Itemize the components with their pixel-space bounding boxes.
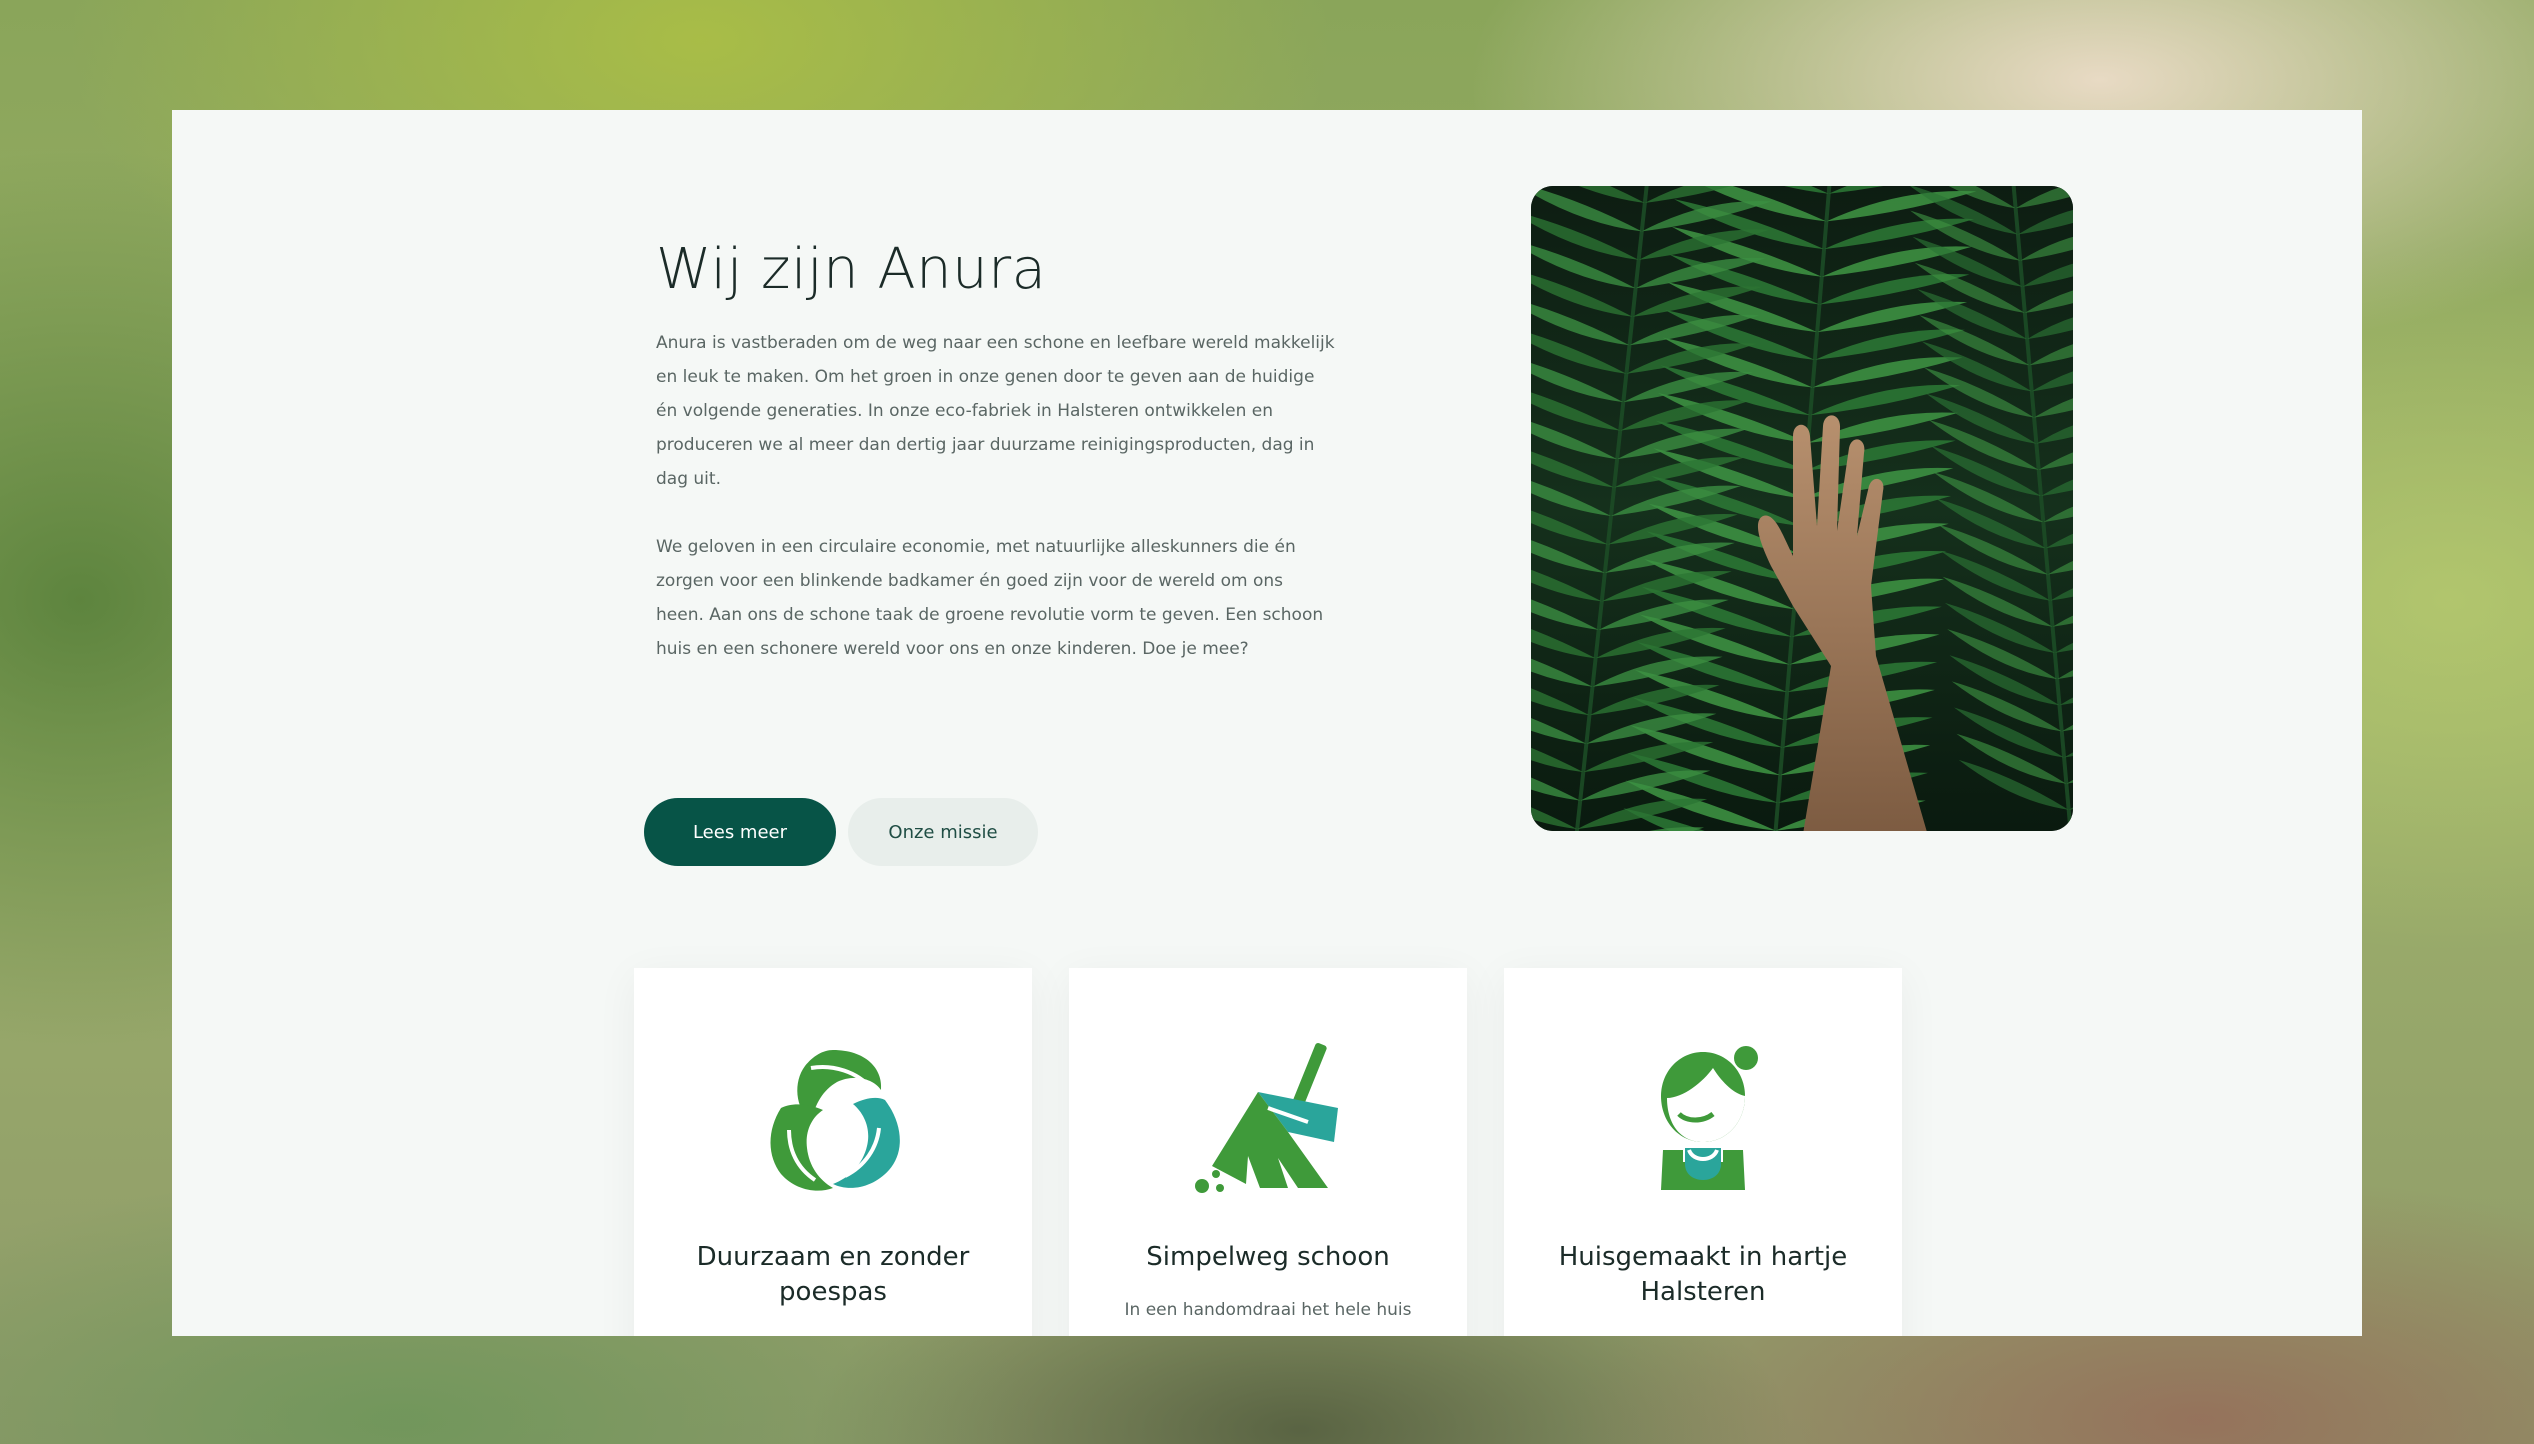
card-text: In een handomdraai het hele huis bbox=[1124, 1300, 1412, 1320]
about-paragraph-2: We geloven in een circulaire economie, m… bbox=[656, 537, 1324, 659]
person-icon bbox=[1623, 1038, 1783, 1198]
about-paragraph-1: Anura is vastberaden om de weg naar een … bbox=[656, 333, 1335, 489]
onze-missie-button[interactable]: Onze missie bbox=[848, 798, 1038, 866]
recycle-leaves-icon bbox=[753, 1038, 913, 1198]
feature-card-schoon: Simpelweg schoon In een handomdraai het … bbox=[1069, 968, 1467, 1336]
about-section: Wij zijn Anura Anura is vastberaden om d… bbox=[644, 186, 2073, 866]
card-title: Simpelweg schoon bbox=[1146, 1242, 1390, 1272]
page-title: Wij zijn Anura bbox=[656, 237, 1047, 302]
lees-meer-button[interactable]: Lees meer bbox=[644, 798, 836, 866]
about-button-row: Lees meer Onze missie bbox=[644, 798, 1038, 866]
card-title: Huisgemaakt in hartje Halsteren bbox=[1558, 1242, 1848, 1307]
card-title: Duurzaam en zonder poespas bbox=[696, 1242, 970, 1307]
feature-card-huisgemaakt: Huisgemaakt in hartje Halsteren bbox=[1504, 968, 1902, 1336]
about-text-block: Wij zijn Anura Anura is vastberaden om d… bbox=[656, 186, 1336, 666]
feature-cards: Duurzaam en zonder poespas Simpelweg sch… bbox=[634, 968, 1904, 1336]
broom-icon bbox=[1188, 1038, 1348, 1198]
browser-page: Wij zijn Anura Anura is vastberaden om d… bbox=[172, 110, 2362, 1336]
fern-photo-illustration bbox=[1531, 186, 2073, 831]
feature-card-duurzaam: Duurzaam en zonder poespas bbox=[634, 968, 1032, 1336]
hand-on-fern-photo bbox=[1531, 186, 2073, 831]
